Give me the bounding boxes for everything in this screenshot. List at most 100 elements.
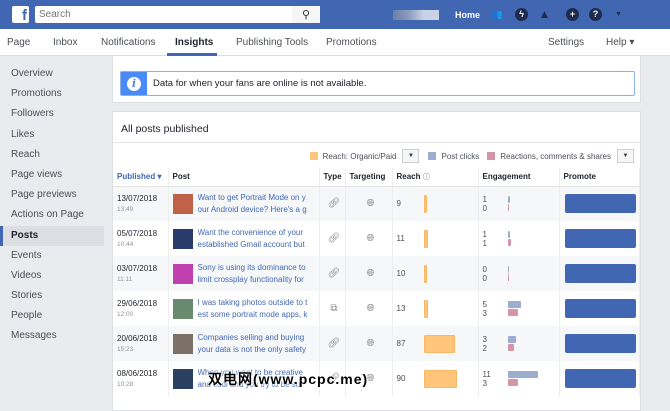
clicks-swatch <box>428 152 437 160</box>
published-cell: 03/07/2018 11:11 <box>113 256 169 291</box>
post-thumbnail[interactable] <box>172 228 193 249</box>
sidebar-item-messages[interactable]: Messages <box>0 326 104 346</box>
table-row[interactable]: 29/06/2018 12:00 I was taking photos outs… <box>113 291 640 326</box>
post-thumbnail[interactable] <box>172 263 193 284</box>
reactions-bar <box>507 379 518 386</box>
col-type: Type <box>319 168 346 187</box>
promote-cell <box>559 256 640 291</box>
clicks-bar <box>507 231 511 238</box>
reach-value: 13 <box>396 304 406 313</box>
clicks-bar <box>507 371 538 378</box>
reach-swatch <box>309 152 318 160</box>
reactions-value: 3 <box>482 378 487 388</box>
home-link[interactable]: Home <box>455 10 480 20</box>
sidebar-item-promotions[interactable]: Promotions <box>0 84 104 104</box>
table-row[interactable]: 03/07/2018 11:11 Sony is using its domina… <box>113 256 640 291</box>
reach-bar <box>423 229 428 248</box>
info-text: Data for when your fans are online is no… <box>153 78 367 89</box>
engagement-cell: 00 <box>478 256 560 291</box>
post-cell: Sony is using its dominance to limit cro… <box>168 256 320 291</box>
search-input[interactable] <box>35 6 292 23</box>
clicks-value: 11 <box>482 369 491 379</box>
globe-icon: 🌐︎ <box>345 221 393 256</box>
boost-post-button[interactable] <box>564 334 636 353</box>
tab-insights[interactable]: Insights <box>175 37 213 48</box>
published-cell: 05/07/2018 10:44 <box>113 221 169 256</box>
table-row[interactable]: 05/07/2018 10:44 Want the convenience of … <box>113 221 640 256</box>
info-icon[interactable]: ⓘ <box>423 174 430 181</box>
album-icon: ⧉ <box>319 291 346 326</box>
boost-post-button[interactable] <box>564 229 636 248</box>
globe-icon: 🌐︎ <box>345 256 393 291</box>
post-link[interactable]: Companies selling and buying your data i… <box>198 332 310 356</box>
reach-bar <box>423 194 427 213</box>
scrollbar[interactable] <box>652 56 670 401</box>
search-icon[interactable]: ⚲ <box>292 6 320 23</box>
online-fans-card: i Data for when your fans are online is … <box>112 56 641 103</box>
sidebar-item-reach[interactable]: Reach <box>0 145 104 165</box>
sidebar-item-videos[interactable]: Videos <box>0 266 104 286</box>
friends-icon[interactable]: 👥 <box>491 8 504 21</box>
promote-cell <box>559 221 640 256</box>
legend: Reach: Organic/Paid ▼ Post clicks Reacti… <box>309 149 634 163</box>
post-date: 05/07/2018 <box>117 229 158 238</box>
sidebar-item-followers[interactable]: Followers <box>0 104 104 124</box>
post-link[interactable]: Want to get Portrait Mode on your Androi… <box>198 192 310 216</box>
post-date: 29/06/2018 <box>117 299 158 308</box>
sidebar-item-people[interactable]: People <box>0 306 104 326</box>
table-row[interactable]: 08/06/2018 10:28 When you want to be crea… <box>113 361 640 396</box>
account-menu-icon[interactable]: ▼ <box>612 8 625 21</box>
sidebar-item-events[interactable]: Events <box>0 246 104 266</box>
notifications-icon[interactable]: ▲ <box>538 8 551 21</box>
legend-reach: Reach: Organic/Paid <box>322 151 397 161</box>
boost-post-button[interactable] <box>564 194 636 214</box>
facebook-logo[interactable]: f <box>12 6 29 23</box>
tab-inbox[interactable]: Inbox <box>53 37 77 48</box>
boost-post-button[interactable] <box>564 299 636 318</box>
create-icon[interactable]: + <box>566 8 579 21</box>
post-link[interactable]: Want the convenience of your established… <box>198 227 310 251</box>
reactions-bar <box>507 204 509 212</box>
sidebar-item-page-views[interactable]: Page views <box>0 165 104 185</box>
sidebar-item-posts[interactable]: Posts <box>0 225 104 246</box>
sidebar-item-stories[interactable]: Stories <box>0 286 104 306</box>
link-icon: 🔗︎ <box>319 326 346 361</box>
clicks-value: 1 <box>482 194 487 204</box>
boost-post-button[interactable] <box>564 369 636 388</box>
table-row[interactable]: 13/07/2018 13:49 Want to get Portrait Mod… <box>113 186 640 221</box>
reactions-value: 2 <box>482 343 487 353</box>
tab-publishing-tools[interactable]: Publishing Tools <box>236 37 308 48</box>
post-thumbnail[interactable] <box>172 193 193 214</box>
post-link[interactable]: I was taking photos outside to test some… <box>198 297 310 321</box>
col-published[interactable]: Published ▾ <box>113 168 169 187</box>
tab-help[interactable]: Help ▾ <box>606 37 634 48</box>
table-row[interactable]: 20/06/2018 15:23 Companies selling and bu… <box>113 326 640 361</box>
globe-icon: 🌐︎ <box>345 326 393 361</box>
sidebar-item-overview[interactable]: Overview <box>0 64 104 84</box>
messenger-icon[interactable]: ϟ <box>515 8 528 21</box>
reach-dropdown[interactable]: ▼ <box>402 149 420 163</box>
sidebar-item-likes[interactable]: Likes <box>0 125 104 145</box>
engagement-dropdown[interactable]: ▼ <box>617 149 634 163</box>
help-icon[interactable]: ? <box>589 8 602 21</box>
tab-settings[interactable]: Settings <box>548 37 584 48</box>
tab-promotions[interactable]: Promotions <box>326 37 377 48</box>
engagement-cell: 10 <box>478 186 560 221</box>
tab-notifications[interactable]: Notifications <box>101 37 155 48</box>
section-title: All posts published <box>113 112 640 143</box>
profile-avatar[interactable] <box>393 10 439 20</box>
post-thumbnail[interactable] <box>172 368 193 389</box>
sidebar-item-page-previews[interactable]: Page previews <box>0 185 104 205</box>
boost-post-button[interactable] <box>564 264 636 283</box>
all-posts-card: All posts published Reach: Organic/Paid … <box>112 111 641 411</box>
post-thumbnail[interactable] <box>172 333 193 354</box>
sidebar-item-actions-on-page[interactable]: Actions on Page <box>0 205 104 225</box>
post-date: 13/07/2018 <box>117 194 158 204</box>
post-link[interactable]: Sony is using its dominance to limit cro… <box>198 262 310 286</box>
link-icon: 🔗︎ <box>319 221 346 256</box>
reactions-bar <box>507 309 518 316</box>
post-thumbnail[interactable] <box>172 298 193 319</box>
reach-value: 9 <box>396 199 401 209</box>
search-box: ⚲ <box>35 6 320 23</box>
tab-page[interactable]: Page <box>7 37 30 48</box>
